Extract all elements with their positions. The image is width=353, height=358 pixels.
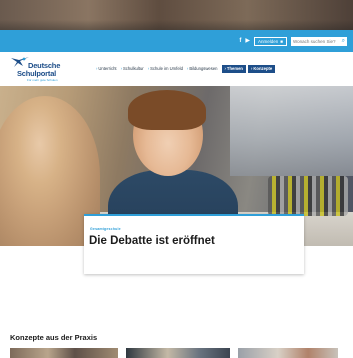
- konzepte-thumbnail-row: [10, 348, 353, 358]
- user-icon: ■: [280, 38, 283, 44]
- konzepte-thumbnail[interactable]: [126, 348, 230, 358]
- search-icon[interactable]: ⌕: [342, 38, 345, 44]
- section-title-konzepte: Konzepte aus der Praxis: [10, 333, 98, 342]
- utility-bar: f ▶ Anmelden ■ ⌕: [0, 30, 353, 52]
- hero-boy-hair: [128, 90, 206, 130]
- nav-item-themen[interactable]: Themen: [221, 65, 246, 73]
- hero-robot-kit: [268, 176, 348, 216]
- facebook-icon[interactable]: f: [239, 38, 241, 44]
- teaser-kicker: Gesamtgeschule: [90, 227, 121, 231]
- logo-tagline: Für mehr gute Schulen: [27, 78, 58, 82]
- nav-item-unterricht[interactable]: Unterricht: [94, 65, 119, 73]
- login-label: Anmelden: [258, 38, 279, 44]
- logo-text-line2: Schulportal: [17, 69, 57, 78]
- site-logo[interactable]: Deutsche Schulportal Für mehr gute Schul…: [10, 56, 72, 82]
- top-photo-strip: [0, 0, 353, 30]
- logo-mark-icon: [11, 57, 29, 67]
- nav-item-schule-im-umfeld[interactable]: Schule im Umfeld: [146, 65, 185, 73]
- login-button[interactable]: Anmelden ■: [254, 36, 287, 46]
- youtube-icon[interactable]: ▶: [245, 38, 250, 44]
- konzepte-thumbnail[interactable]: [10, 348, 118, 358]
- hero-teaser-card[interactable]: Gesamtgeschule Die Debatte ist eröffnet: [84, 214, 304, 274]
- nav-item-schulkultur[interactable]: Schulkultur: [119, 65, 146, 73]
- site-header: Deutsche Schulportal Für mehr gute Schul…: [0, 52, 353, 86]
- hero-window-background: [230, 86, 353, 176]
- nav-item-bildungswesen[interactable]: Bildungswesen: [185, 65, 220, 73]
- konzepte-thumbnail[interactable]: [238, 348, 338, 358]
- nav-item-konzepte[interactable]: Konzepte: [247, 65, 276, 73]
- main-nav: Unterricht Schulkultur Schule im Umfeld …: [94, 65, 276, 73]
- teaser-headline[interactable]: Die Debatte ist eröffnet: [89, 235, 215, 247]
- search-box[interactable]: ⌕: [291, 36, 347, 46]
- search-input[interactable]: [293, 37, 337, 45]
